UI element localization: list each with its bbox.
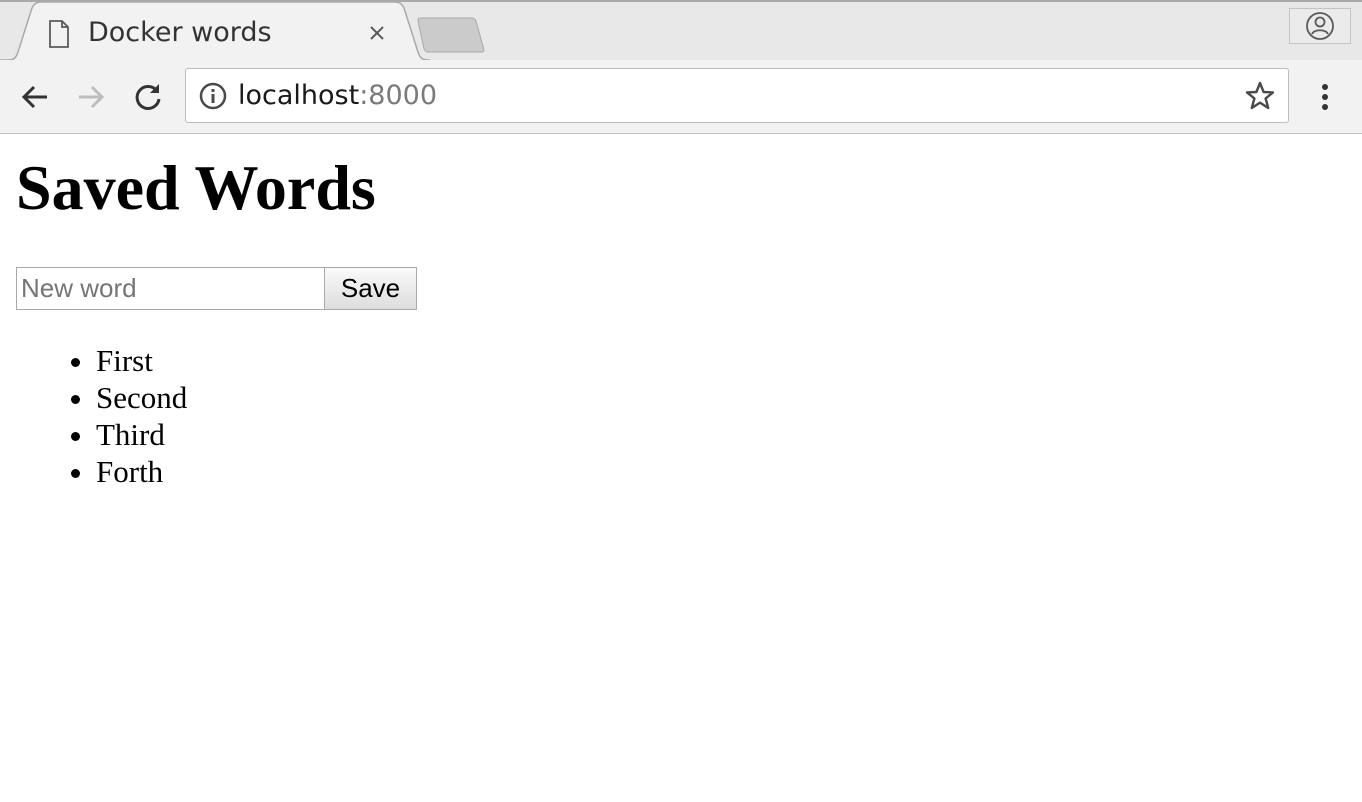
new-tab-button[interactable] xyxy=(414,16,490,54)
back-arrow-icon xyxy=(21,85,47,109)
tab-title: Docker words xyxy=(88,17,272,48)
kebab-menu-icon xyxy=(1322,84,1328,110)
list-item: First xyxy=(96,342,187,379)
info-icon[interactable] xyxy=(198,81,228,111)
save-button[interactable]: Save xyxy=(324,267,417,310)
list-item: Second xyxy=(96,379,187,416)
forward-button[interactable] xyxy=(70,76,112,118)
page-title: Saved Words xyxy=(16,152,376,223)
new-word-input[interactable] xyxy=(16,267,324,310)
list-item: Third xyxy=(96,416,187,453)
url-text[interactable]: localhost:8000 xyxy=(238,79,437,113)
close-icon xyxy=(370,26,384,40)
profile-button[interactable] xyxy=(1289,8,1351,44)
tab-close-button[interactable] xyxy=(364,20,390,46)
browser-chrome: Docker words localhost:8000 xyxy=(0,0,1362,134)
back-button[interactable] xyxy=(14,76,56,118)
profile-icon xyxy=(1306,12,1334,40)
page-content: Saved Words Save First Second Third Fort… xyxy=(0,134,1362,802)
address-bar[interactable]: localhost:8000 xyxy=(185,68,1289,123)
star-icon[interactable] xyxy=(1244,80,1276,112)
word-form: Save xyxy=(16,267,417,310)
reload-icon xyxy=(135,84,161,110)
menu-button[interactable] xyxy=(1308,76,1342,118)
tab-docker-words[interactable]: Docker words xyxy=(0,2,430,62)
url-host: localhost xyxy=(238,80,360,111)
word-list: First Second Third Forth xyxy=(0,342,187,490)
reload-button[interactable] xyxy=(127,76,169,118)
page-icon xyxy=(49,20,69,48)
tab-strip: Docker words xyxy=(0,0,1362,62)
list-item: Forth xyxy=(96,453,187,490)
url-port: :8000 xyxy=(359,80,438,111)
browser-toolbar: localhost:8000 xyxy=(0,60,1362,134)
forward-arrow-icon xyxy=(79,85,105,109)
